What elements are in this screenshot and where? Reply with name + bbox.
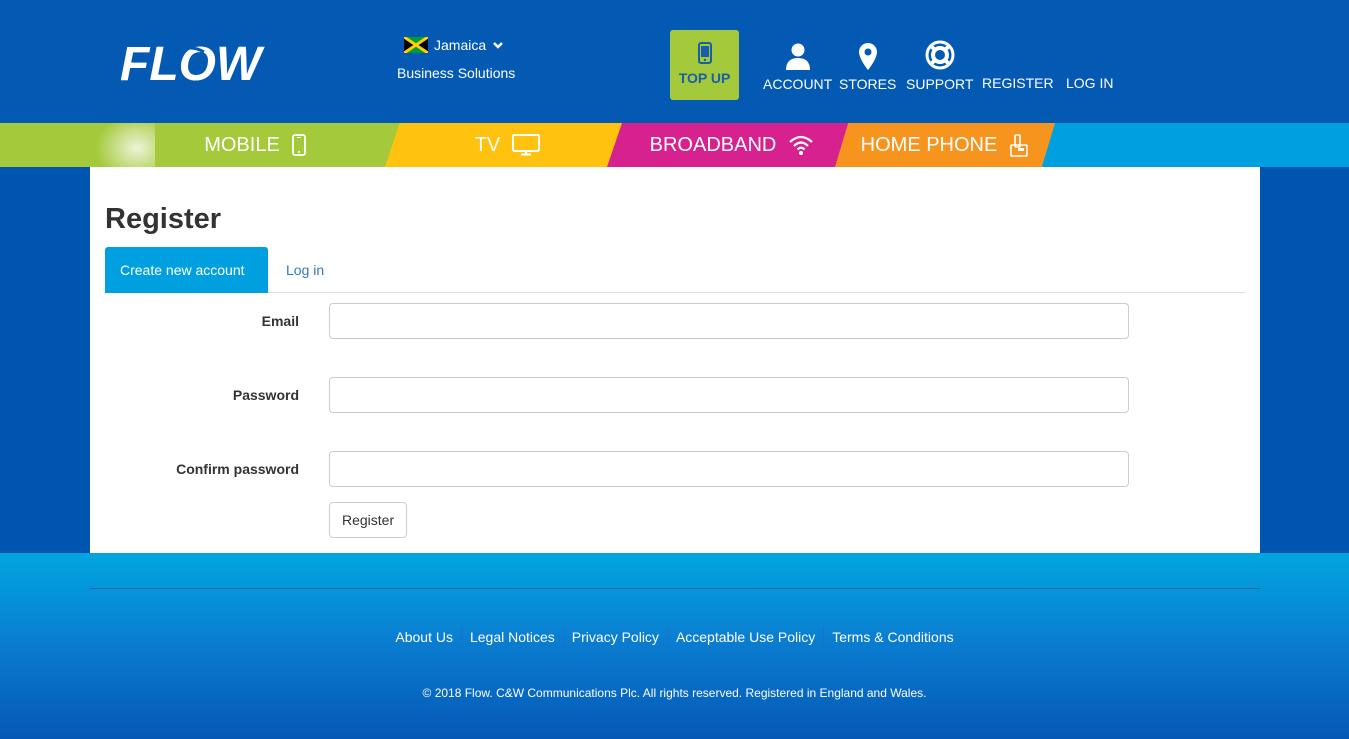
confirm-password-field[interactable]	[329, 451, 1129, 487]
category-home-phone[interactable]: HOME PHONE	[835, 123, 1055, 167]
nav-stores-label: STORES	[839, 76, 897, 92]
user-icon	[785, 43, 810, 70]
country-selector[interactable]: Jamaica	[404, 37, 504, 53]
footer-divider	[90, 588, 1260, 589]
nav-account[interactable]: ACCOUNT	[763, 40, 832, 92]
top-up-button[interactable]: TOP UP	[670, 30, 739, 100]
country-label: Jamaica	[434, 37, 487, 53]
confirm-password-label: Confirm password	[176, 461, 299, 477]
chevron-down-icon	[493, 42, 504, 49]
category-broadband-label: BROADBAND	[649, 133, 777, 156]
category-broadband[interactable]: BROADBAND	[607, 123, 857, 167]
tv-icon	[512, 134, 541, 156]
logo-text: FLOW	[120, 38, 265, 84]
tab-log-in[interactable]: Log in	[271, 247, 339, 293]
category-tv[interactable]: TV	[385, 123, 630, 167]
password-field[interactable]	[329, 377, 1129, 413]
nav-support-label: SUPPORT	[906, 76, 974, 92]
footer-link-legal-notices[interactable]: Legal Notices	[460, 627, 563, 647]
flow-logo[interactable]: FLOW	[120, 38, 276, 84]
nav-login[interactable]: LOG IN	[1066, 75, 1113, 91]
footer-link-privacy-policy[interactable]: Privacy Policy	[562, 627, 667, 647]
landline-phone-icon	[1010, 134, 1029, 157]
category-tv-label: TV	[474, 133, 501, 156]
email-label: Email	[261, 313, 299, 329]
nav-account-label: ACCOUNT	[763, 76, 833, 92]
footer-link-about-us[interactable]: About Us	[387, 627, 461, 647]
copyright-text: © 2018 Flow. C&W Communications Plc. All…	[422, 686, 927, 700]
category-strip: MOBILE TV BROADBAND HOME PHONE	[0, 123, 1349, 167]
account-tabs: Create new account Log in	[105, 247, 1245, 293]
tab-create-new-account[interactable]: Create new account	[105, 247, 268, 293]
register-button[interactable]: Register	[329, 502, 408, 538]
page-title: Register	[105, 203, 222, 235]
map-pin-icon	[858, 43, 877, 70]
phone-icon	[697, 42, 712, 64]
nav-stores[interactable]: STORES	[839, 40, 896, 92]
nav-login-label: LOG IN	[1066, 75, 1114, 91]
site-header: FLOW Jamaica Business Solutions TOP UP A…	[0, 0, 1349, 123]
top-up-label: TOP UP	[678, 70, 731, 86]
category-mobile-label: MOBILE	[204, 133, 280, 156]
password-label: Password	[232, 387, 299, 403]
jamaica-flag-icon	[404, 37, 428, 53]
decorative-shine	[95, 123, 155, 167]
nav-support[interactable]: SUPPORT	[906, 40, 973, 92]
category-home-phone-label: HOME PHONE	[860, 133, 998, 156]
business-solutions-link[interactable]: Business Solutions	[397, 65, 515, 81]
category-mobile[interactable]: MOBILE	[0, 123, 410, 167]
footer-link-acceptable-use-policy[interactable]: Acceptable Use Policy	[666, 627, 823, 647]
email-field[interactable]	[329, 303, 1129, 339]
main-content: Register Create new account Log in Email…	[90, 167, 1260, 553]
nav-register[interactable]: REGISTER	[982, 75, 1054, 91]
footer-link-terms-conditions[interactable]: Terms & Conditions	[823, 627, 961, 647]
lifebuoy-icon	[925, 40, 955, 70]
site-footer: About Us Legal Notices Privacy Policy Ac…	[0, 553, 1349, 739]
mobile-phone-icon	[291, 134, 306, 156]
footer-links: About Us Legal Notices Privacy Policy Ac…	[0, 627, 1349, 647]
nav-register-label: REGISTER	[982, 75, 1054, 91]
wifi-icon	[789, 135, 814, 155]
